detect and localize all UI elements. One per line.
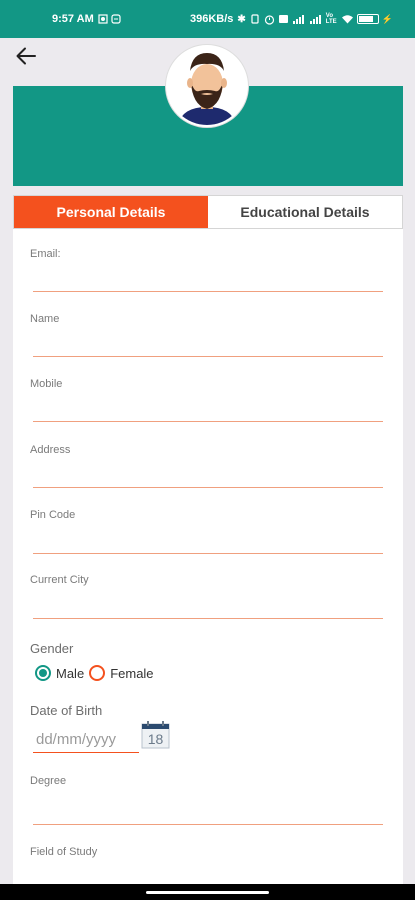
- battery-level: [358, 16, 374, 22]
- status-time: 9:57 AM: [52, 13, 94, 25]
- nfc-icon: [278, 15, 288, 23]
- address-field[interactable]: Address: [30, 444, 383, 456]
- pincode-underline: [33, 553, 383, 554]
- status-left: 9:57 AM: [52, 13, 121, 25]
- dob-input[interactable]: dd/mm/yyyy: [33, 729, 139, 753]
- degree-underline: [33, 824, 383, 825]
- name-label: Name: [30, 313, 60, 325]
- email-field[interactable]: Email:: [30, 248, 383, 260]
- field-of-study-label: Field of Study: [30, 846, 98, 858]
- arrow-left-icon: [16, 47, 36, 65]
- name-field[interactable]: Name: [30, 313, 383, 325]
- battery-icon: [356, 14, 379, 24]
- female-label[interactable]: Female: [110, 666, 153, 681]
- radio-selected-dot: [39, 669, 47, 677]
- personal-details-form: Email: Name Mobile Address Pin Code Curr…: [13, 229, 403, 889]
- system-nav-bar: [0, 884, 415, 900]
- current-city-label: Current City: [30, 574, 89, 586]
- settings-notify-icon: [111, 14, 121, 24]
- tab-educational-details[interactable]: Educational Details: [208, 196, 402, 228]
- tab-bar: Personal Details Educational Details: [13, 195, 403, 229]
- email-label: Email:: [30, 248, 61, 260]
- address-label: Address: [30, 444, 71, 456]
- address-underline: [33, 487, 383, 488]
- wifi-icon: [341, 15, 353, 24]
- avatar[interactable]: [166, 45, 248, 127]
- mobile-field[interactable]: Mobile: [30, 378, 383, 390]
- system-icons: ✱ Vo LTE ⚡: [237, 13, 393, 25]
- vibrate-icon: [251, 14, 259, 24]
- signal-icon-1: [292, 15, 304, 24]
- home-gesture-handle[interactable]: [146, 891, 269, 894]
- tab-personal-details[interactable]: Personal Details: [14, 196, 208, 228]
- pincode-label: Pin Code: [30, 509, 76, 521]
- mobile-label: Mobile: [30, 378, 63, 390]
- calendar-icon[interactable]: 18: [141, 720, 170, 749]
- current-city-field[interactable]: Current City: [30, 574, 383, 586]
- alarm-icon: [264, 14, 274, 25]
- status-right: 396KB/s ✱ Vo LTE ⚡: [190, 13, 393, 25]
- gender-label: Gender: [30, 641, 74, 656]
- back-button[interactable]: [12, 42, 40, 70]
- pincode-field[interactable]: Pin Code: [30, 509, 383, 521]
- female-radio[interactable]: [89, 665, 106, 681]
- dob-label: Date of Birth: [30, 703, 103, 718]
- bearded-man-avatar: [168, 47, 246, 125]
- charging-icon: ⚡: [381, 13, 393, 24]
- network-speed: 396KB/s: [189, 13, 234, 25]
- male-radio[interactable]: [35, 665, 51, 681]
- degree-label: Degree: [30, 775, 67, 787]
- calendar-icon-graphic: 18: [141, 721, 170, 749]
- name-underline: [33, 356, 383, 357]
- bluetooth-icon: ✱: [237, 13, 246, 25]
- gallery-icon: [98, 14, 108, 24]
- calendar-day: 18: [148, 731, 164, 747]
- status-bar: 9:57 AM 396KB/s ✱ Vo LTE ⚡: [0, 0, 415, 38]
- signal-icon-2: [309, 15, 321, 24]
- field-of-study-field[interactable]: Field of Study: [30, 846, 383, 858]
- gender-radio-group: Male Female: [35, 665, 159, 681]
- current-city-underline: [33, 618, 383, 619]
- email-underline: [33, 291, 383, 292]
- mobile-underline: [33, 421, 383, 422]
- degree-field[interactable]: Degree: [30, 775, 383, 787]
- male-label[interactable]: Male: [56, 666, 84, 681]
- notification-icons: [98, 14, 121, 24]
- volte-label: Vo LTE: [325, 13, 337, 25]
